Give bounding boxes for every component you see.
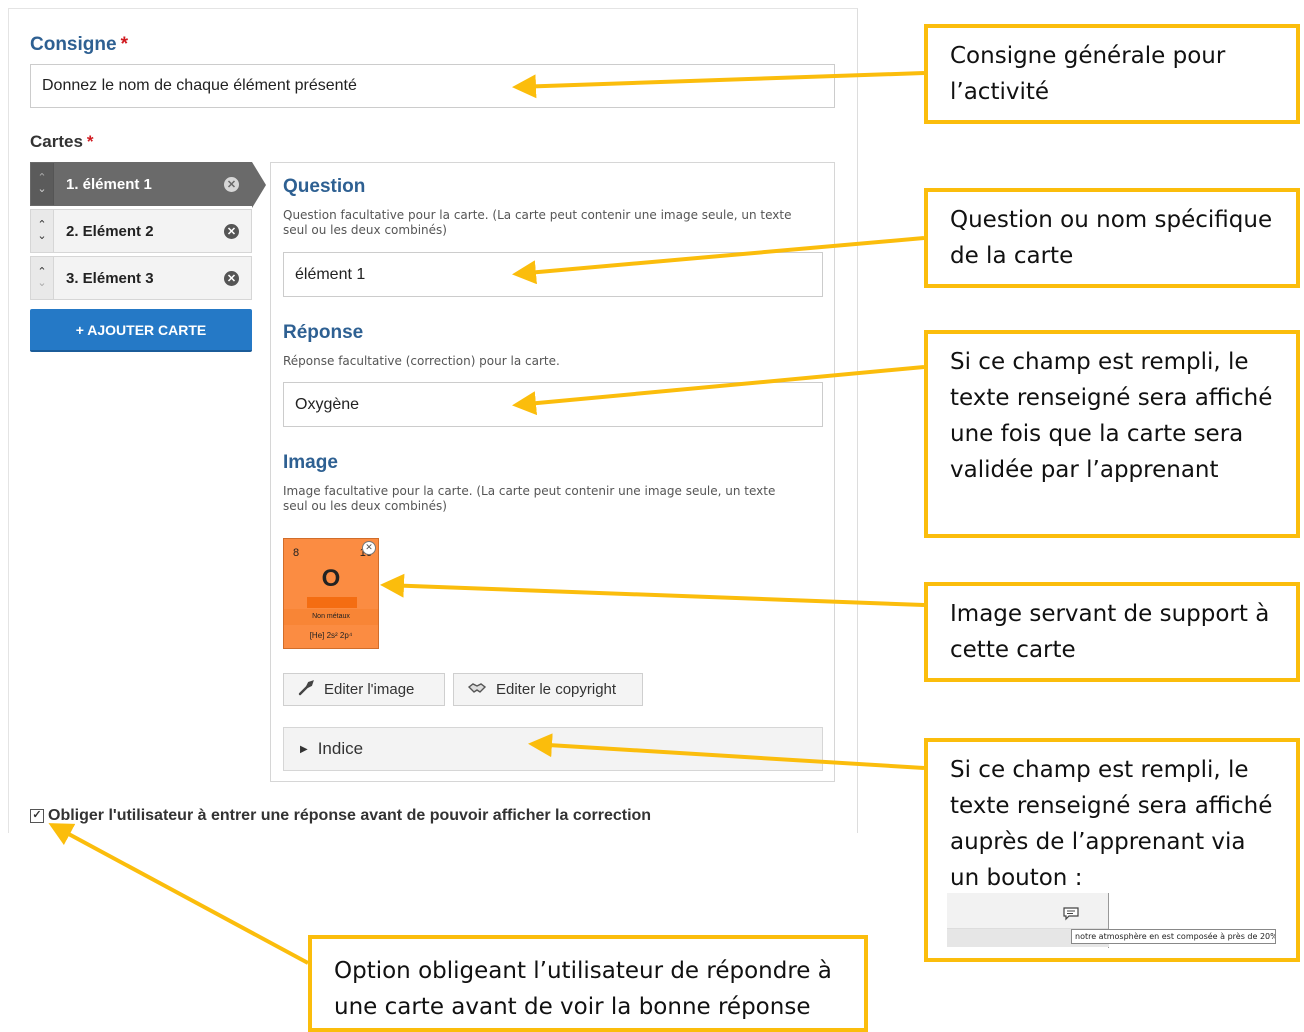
arrow-question bbox=[512, 236, 925, 285]
callout-indice-text: Si ce champ est rempli, le texte renseig… bbox=[950, 757, 1273, 891]
tooltip-field bbox=[947, 893, 1109, 929]
callout-reponse: Si ce champ est rempli, le texte renseig… bbox=[924, 330, 1300, 538]
arrow-image bbox=[380, 573, 925, 607]
arrow-reponse bbox=[512, 365, 925, 416]
callout-option: Option obligeant l’utilisateur de répond… bbox=[308, 935, 868, 1032]
callout-consigne: Consigne générale pour l’activité bbox=[924, 24, 1300, 124]
callout-image: Image servant de support à cette carte bbox=[924, 582, 1300, 682]
arrow-consigne bbox=[512, 71, 925, 99]
arrow-indice bbox=[528, 733, 925, 770]
tooltip-screenshot: notre atmosphère en est composée à près … bbox=[947, 893, 1277, 948]
arrow-option bbox=[48, 823, 309, 965]
callout-question: Question ou nom spécifique de la carte bbox=[924, 188, 1300, 288]
tooltip-text: notre atmosphère en est composée à près … bbox=[1071, 929, 1276, 944]
chat-icon bbox=[1063, 907, 1079, 926]
